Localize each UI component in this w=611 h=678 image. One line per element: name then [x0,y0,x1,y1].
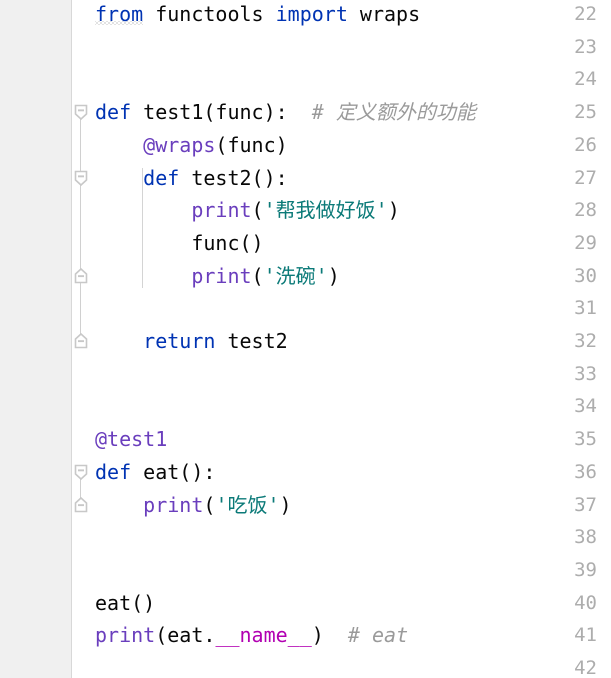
code-line-33[interactable] [95,358,611,391]
token-kw: def [95,459,132,484]
token-kw: return [143,329,216,353]
code-line-37[interactable]: print('吃饭') [95,489,611,522]
code-line-25[interactable]: def test1(func): # 定义额外的功能 [95,96,611,129]
token-punc: ) [279,492,292,517]
token-plain: (func) [215,132,288,157]
token-plain: test1(func): [131,100,312,125]
token-comment: # eat [347,623,409,648]
token-plain: wraps [347,2,421,26]
token-punc: ( [251,198,264,223]
code-line-36[interactable]: def eat(): [95,456,611,489]
code-line-39[interactable] [95,554,611,587]
code-line-38[interactable] [95,521,611,554]
token-plain: functools [143,2,276,26]
code-editor[interactable]: 22 23 24 25 26 27 28 29 30 31 32 33 34 35 36 37 38 39 40 41… [0,0,611,678]
token-dunder: __name__ [215,623,312,648]
token-kw: def [95,100,132,125]
code-content[interactable]: from functools import wraps def test1(fun… [0,0,611,678]
token-plain: func() [95,230,264,255]
code-line-41[interactable]: print(eat.__name__) # eat [95,619,611,652]
token-kw: from [95,2,144,26]
token-builtin: print [191,263,252,288]
token-punc: ( [251,263,264,288]
token-builtin: print [95,623,156,648]
code-line-28[interactable]: print('帮我做好饭') [95,194,611,227]
token-comment: # 定义额外的功能 [311,100,476,125]
token-punc: ) [327,263,340,288]
code-line-29[interactable]: func() [95,227,611,260]
token-punc: ( [203,492,216,517]
token-kw: import [275,2,348,26]
token-punc: ) [387,198,400,223]
code-line-32[interactable]: return test2 [95,325,611,358]
token-str: '洗碗' [263,263,328,288]
token-plain: (eat. [155,623,216,648]
token-plain: test2 [215,329,288,353]
token-deco: @test1 [95,427,168,452]
code-line-40[interactable]: eat() [95,587,611,620]
token-kw: def [143,165,180,190]
token-plain: eat(): [131,459,216,484]
code-line-31[interactable] [95,292,611,325]
code-line-24[interactable] [95,63,611,96]
token-deco: @wraps [143,132,216,157]
code-line-35[interactable]: @test1 [95,423,611,456]
token-builtin: print [143,492,204,517]
token-plain: eat() [95,590,156,615]
code-line-22[interactable]: from functools import wraps [95,0,611,31]
token-plain: ) [311,623,324,648]
code-line-27[interactable]: def test2(): [95,162,611,195]
code-line-30[interactable]: print('洗碗') [95,260,611,293]
token-plain: test2(): [179,165,288,190]
token-str: '帮我做好饭' [263,198,388,223]
code-line-34[interactable] [95,390,611,423]
code-line-23[interactable] [95,31,611,64]
code-line-42[interactable] [95,652,611,678]
token-builtin: print [191,198,252,223]
token-str: '吃饭' [215,492,280,517]
code-line-26[interactable]: @wraps(func) [95,129,611,162]
